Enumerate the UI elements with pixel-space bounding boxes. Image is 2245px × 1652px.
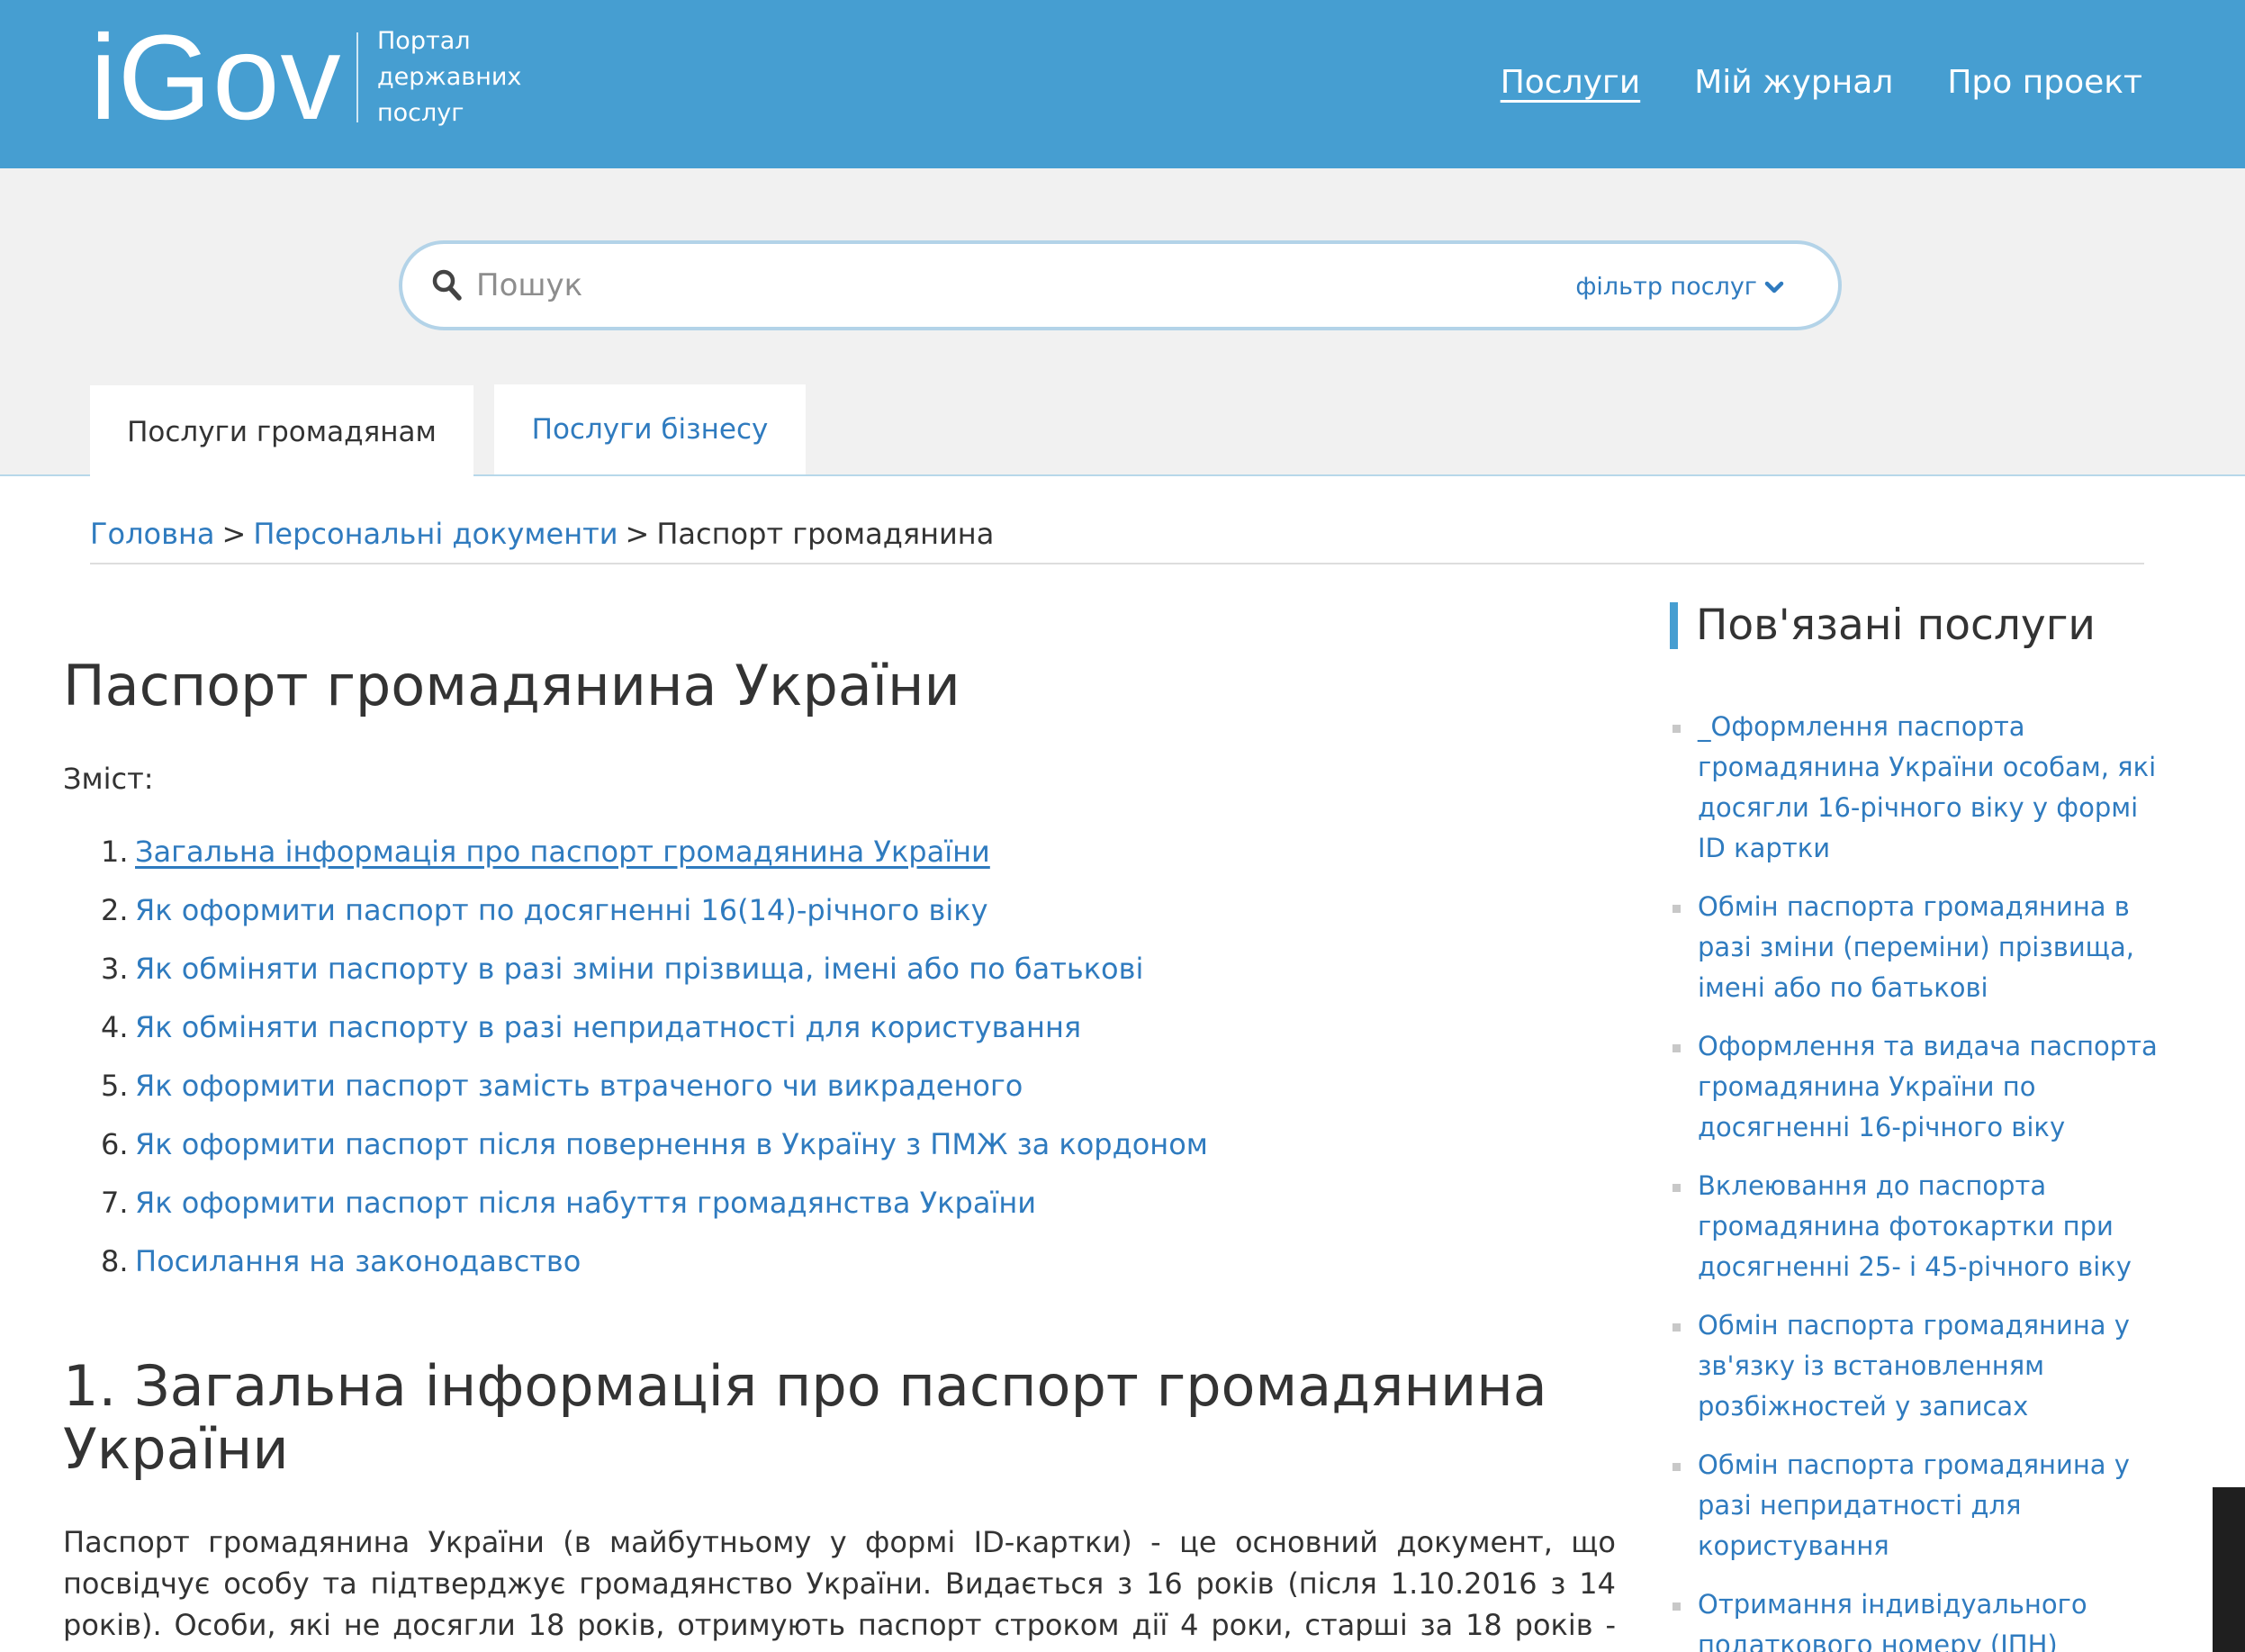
main-nav: Послуги Мій журнал Про проект [1501, 58, 2142, 108]
breadcrumb-personal-documents[interactable]: Персональні документи [253, 517, 618, 551]
tagline-line-2: державних [377, 63, 522, 91]
toc-number: 8. [101, 1244, 129, 1278]
section-paragraph: Паспорт громадянина України (в майбутньо… [63, 1525, 1616, 1652]
toc-number: 4. [101, 1010, 129, 1044]
related-service-link[interactable]: Оформлення та видача паспорта громадянин… [1698, 1026, 2159, 1148]
tab-business-services-label: Послуги бізнесу [531, 413, 769, 446]
nav-services[interactable]: Послуги [1501, 58, 1641, 108]
igov-logo[interactable]: iGov [90, 11, 342, 146]
related-services-list: _Оформлення паспорта громадянина України… [1672, 707, 2159, 1652]
toc-number: 7. [101, 1186, 129, 1220]
toc-link[interactable]: Як обміняти паспорту в разі непридатност… [135, 1010, 1081, 1044]
breadcrumb-separator: > [625, 517, 650, 551]
feedback-widget-tab[interactable] [2213, 1487, 2245, 1652]
toc-item: 5. Як оформити паспорт замість втраченого… [101, 1057, 1208, 1115]
tagline-line-1: Портал [377, 27, 471, 55]
breadcrumb-separator: > [221, 517, 247, 551]
tab-business-services[interactable]: Послуги бізнесу [494, 384, 806, 474]
tab-citizen-services-label: Послуги громадянам [127, 415, 437, 448]
search-box: фільтр послуг [399, 240, 1842, 330]
list-item: Вклеювання до паспорта громадянина фоток… [1672, 1166, 2159, 1287]
filter-services-dropdown[interactable]: фільтр послуг [1575, 269, 1784, 305]
related-service-link[interactable]: Вклеювання до паспорта громадянина фоток… [1698, 1166, 2159, 1287]
toc-item: 4. Як обміняти паспорту в разі непридатно… [101, 998, 1208, 1057]
sidebar-title-accent [1670, 602, 1678, 649]
toc-number: 2. [101, 893, 129, 927]
logo-divider [356, 32, 358, 122]
list-item: _Оформлення паспорта громадянина України… [1672, 707, 2159, 869]
related-service-link[interactable]: Отримання індивідуального податкового но… [1698, 1584, 2159, 1652]
toc-item: 6. Як оформити паспорт після повернення в… [101, 1115, 1208, 1174]
toc-link[interactable]: Посилання на законодавство [135, 1244, 581, 1278]
contents-label: Зміст: [63, 762, 154, 796]
tagline-line-3: послуг [377, 99, 464, 127]
page-title: Паспорт громадянина України [63, 653, 960, 718]
toc-item: 1. Загальна інформація про паспорт громад… [101, 823, 1208, 881]
toc-link[interactable]: Як оформити паспорт після повернення в У… [135, 1127, 1208, 1161]
list-item: Отримання індивідуального податкового но… [1672, 1584, 2159, 1652]
list-item: Обмін паспорта громадянина у зв'язку із … [1672, 1305, 2159, 1427]
toc-link[interactable]: Як оформити паспорт замість втраченого ч… [135, 1069, 1023, 1103]
toc-number: 5. [101, 1069, 129, 1103]
related-service-link[interactable]: _Оформлення паспорта громадянина України… [1698, 707, 2159, 869]
breadcrumb-divider [90, 563, 2144, 564]
toc-number: 1. [101, 835, 129, 869]
toc-item: 3. Як обміняти паспорту в разі зміни пріз… [101, 940, 1208, 998]
site-tagline: Портал державних послуг [377, 23, 521, 131]
toc-link[interactable]: Як оформити паспорт по досягненні 16(14)… [135, 893, 988, 927]
toc-link[interactable]: Загальна інформація про паспорт громадян… [135, 835, 990, 869]
related-service-link[interactable]: Обмін паспорта громадянина в разі зміни … [1698, 887, 2159, 1008]
nav-about[interactable]: Про проект [1947, 58, 2142, 108]
breadcrumb: Головна > Персональні документи > Паспорт гр… [90, 511, 994, 556]
table-of-contents: 1. Загальна інформація про паспорт громад… [101, 823, 1208, 1291]
search-band: фільтр послуг Послуги громадянам Послуги… [0, 168, 2245, 478]
toc-item: 2. Як оформити паспорт по досягненні 16(1… [101, 881, 1208, 940]
related-services-title: Пов'язані послуги [1696, 600, 2096, 650]
nav-my-journal[interactable]: Мій журнал [1694, 58, 1893, 108]
toc-link[interactable]: Як обміняти паспорту в разі зміни прізви… [135, 952, 1143, 986]
related-service-link[interactable]: Обмін паспорта громадянина у зв'язку із … [1698, 1305, 2159, 1427]
breadcrumb-home[interactable]: Головна [90, 517, 215, 551]
breadcrumb-current: Паспорт громадянина [656, 517, 995, 551]
list-item: Обмін паспорта громадянина у разі неприд… [1672, 1445, 2159, 1566]
toc-link[interactable]: Як оформити паспорт після набуття громад… [135, 1186, 1036, 1220]
toc-number: 3. [101, 952, 129, 986]
site-header: iGov Портал державних послуг Послуги Мій… [0, 0, 2245, 168]
section-heading-general-info: 1. Загальна інформація про паспорт грома… [63, 1353, 1547, 1482]
list-item: Оформлення та видача паспорта громадянин… [1672, 1026, 2159, 1148]
toc-item: 8. Посилання на законодавство [101, 1232, 1208, 1291]
list-item: Обмін паспорта громадянина в разі зміни … [1672, 887, 2159, 1008]
tab-citizen-services[interactable]: Послуги громадянам [90, 385, 473, 478]
toc-item: 7. Як оформити паспорт після набуття гром… [101, 1174, 1208, 1232]
toc-number: 6. [101, 1127, 129, 1161]
search-input[interactable] [476, 257, 1286, 314]
search-icon[interactable] [431, 267, 464, 303]
filter-label: фільтр послуг [1575, 273, 1757, 301]
chevron-down-icon [1764, 281, 1784, 293]
related-service-link[interactable]: Обмін паспорта громадянина у разі неприд… [1698, 1445, 2159, 1566]
